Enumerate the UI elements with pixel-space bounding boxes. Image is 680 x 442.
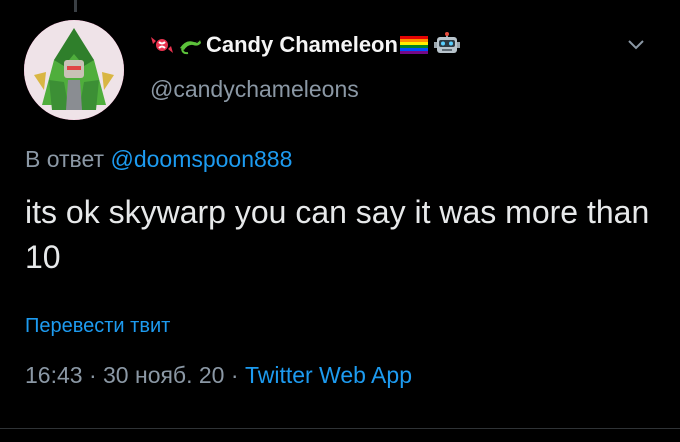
avatar[interactable] xyxy=(24,20,124,120)
reply-mention-link[interactable]: @doomspoon888 xyxy=(110,146,292,172)
tweet-header: Candy Chameleon @candychameleons xyxy=(150,30,650,110)
author-display-name[interactable]: Candy Chameleon xyxy=(206,32,398,58)
chevron-down-icon[interactable] xyxy=(624,32,648,56)
reply-label: В ответ xyxy=(25,146,105,172)
robot-icon xyxy=(433,32,460,53)
divider xyxy=(0,428,680,429)
tweet-date[interactable]: 30 нояб. 20 xyxy=(103,362,224,388)
robot-character-avatar-icon xyxy=(24,20,124,120)
rainbow-flag-icon xyxy=(399,36,428,54)
reply-context: В ответ @doomspoon888 xyxy=(25,146,292,173)
meta-separator: · xyxy=(82,362,104,388)
tweet-text: its ok skywarp you can say it was more t… xyxy=(25,194,650,275)
thread-connector-line xyxy=(74,0,77,12)
meta-separator: · xyxy=(224,362,245,388)
lizard-icon xyxy=(180,40,201,55)
candy-icon xyxy=(151,37,173,53)
tweet-time[interactable]: 16:43 xyxy=(25,362,83,388)
translate-tweet-link[interactable]: Перевести твит xyxy=(25,315,170,338)
author-name-row[interactable]: Candy Chameleon xyxy=(150,30,650,60)
author-handle[interactable]: @candychameleons xyxy=(150,76,359,103)
tweet-source-link[interactable]: Twitter Web App xyxy=(245,362,412,388)
tweet-metadata: 16:43 · 30 нояб. 20 · Twitter Web App xyxy=(25,362,412,389)
